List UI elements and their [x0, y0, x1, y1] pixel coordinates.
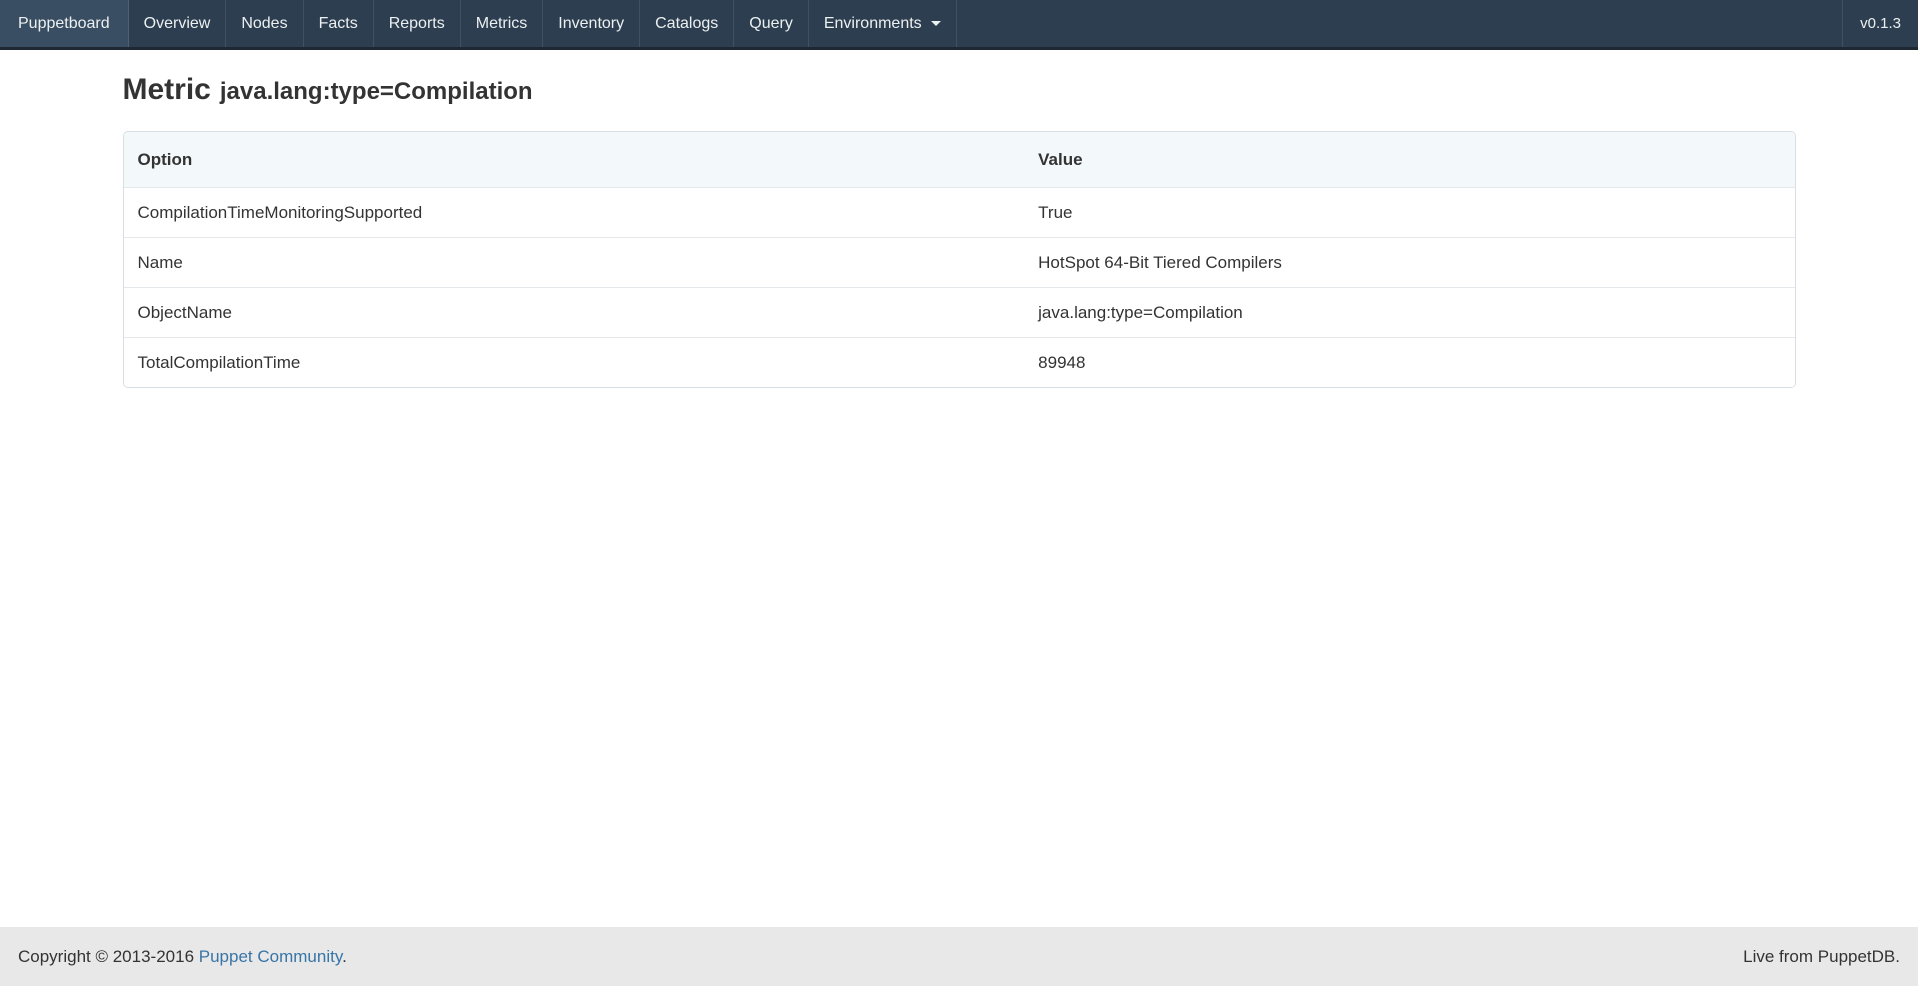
- metric-table: Option Value CompilationTimeMonitoringSu…: [123, 131, 1796, 388]
- nav-item-environments-label: Environments: [824, 0, 922, 47]
- page-title-metric: Metric: [123, 73, 211, 106]
- value-cell: True: [1024, 187, 1794, 237]
- nav-brand-puppetboard[interactable]: Puppetboard: [0, 0, 129, 47]
- option-cell: ObjectName: [124, 287, 1025, 337]
- nav-item-reports[interactable]: Reports: [374, 0, 461, 47]
- copyright-text: Copyright © 2013-2016 Puppet Community.: [18, 947, 347, 967]
- copyright-suffix: .: [342, 947, 347, 966]
- nav-item-nodes[interactable]: Nodes: [226, 0, 303, 47]
- navbar-spacer: [957, 0, 1842, 47]
- nav-item-inventory[interactable]: Inventory: [543, 0, 640, 47]
- value-cell: 89948: [1024, 337, 1794, 387]
- puppet-community-link[interactable]: Puppet Community: [199, 947, 342, 966]
- table-row: CompilationTimeMonitoringSupported True: [124, 187, 1795, 237]
- page-footer: Copyright © 2013-2016 Puppet Community. …: [0, 927, 1918, 986]
- top-navbar: Puppetboard Overview Nodes Facts Reports…: [0, 0, 1918, 50]
- nav-item-metrics[interactable]: Metrics: [461, 0, 544, 47]
- version-label: v0.1.3: [1842, 0, 1918, 47]
- table-header-row: Option Value: [124, 132, 1795, 187]
- nav-item-overview[interactable]: Overview: [129, 0, 227, 47]
- table-row: ObjectName java.lang:type=Compilation: [124, 287, 1795, 337]
- page-title-metric-name: java.lang:type=Compilation: [220, 78, 533, 105]
- value-cell: HotSpot 64-Bit Tiered Compilers: [1024, 237, 1794, 287]
- copyright-prefix: Copyright © 2013-2016: [18, 947, 194, 966]
- table-row: TotalCompilationTime 89948: [124, 337, 1795, 387]
- page-title: Metric java.lang:type=Compilation: [123, 72, 1796, 110]
- nav-item-catalogs[interactable]: Catalogs: [640, 0, 734, 47]
- puppetdb-status-text: Live from PuppetDB.: [1743, 947, 1900, 967]
- option-cell: Name: [124, 237, 1025, 287]
- nav-item-environments-dropdown[interactable]: Environments: [809, 0, 957, 47]
- main-content: Metric java.lang:type=Compilation Option …: [0, 50, 1918, 927]
- option-cell: TotalCompilationTime: [124, 337, 1025, 387]
- column-header-option: Option: [124, 132, 1025, 187]
- value-cell: java.lang:type=Compilation: [1024, 287, 1794, 337]
- nav-item-query[interactable]: Query: [734, 0, 809, 47]
- chevron-down-icon: [931, 21, 941, 26]
- nav-item-facts[interactable]: Facts: [304, 0, 374, 47]
- column-header-value: Value: [1024, 132, 1794, 187]
- table-row: Name HotSpot 64-Bit Tiered Compilers: [124, 237, 1795, 287]
- option-cell: CompilationTimeMonitoringSupported: [124, 187, 1025, 237]
